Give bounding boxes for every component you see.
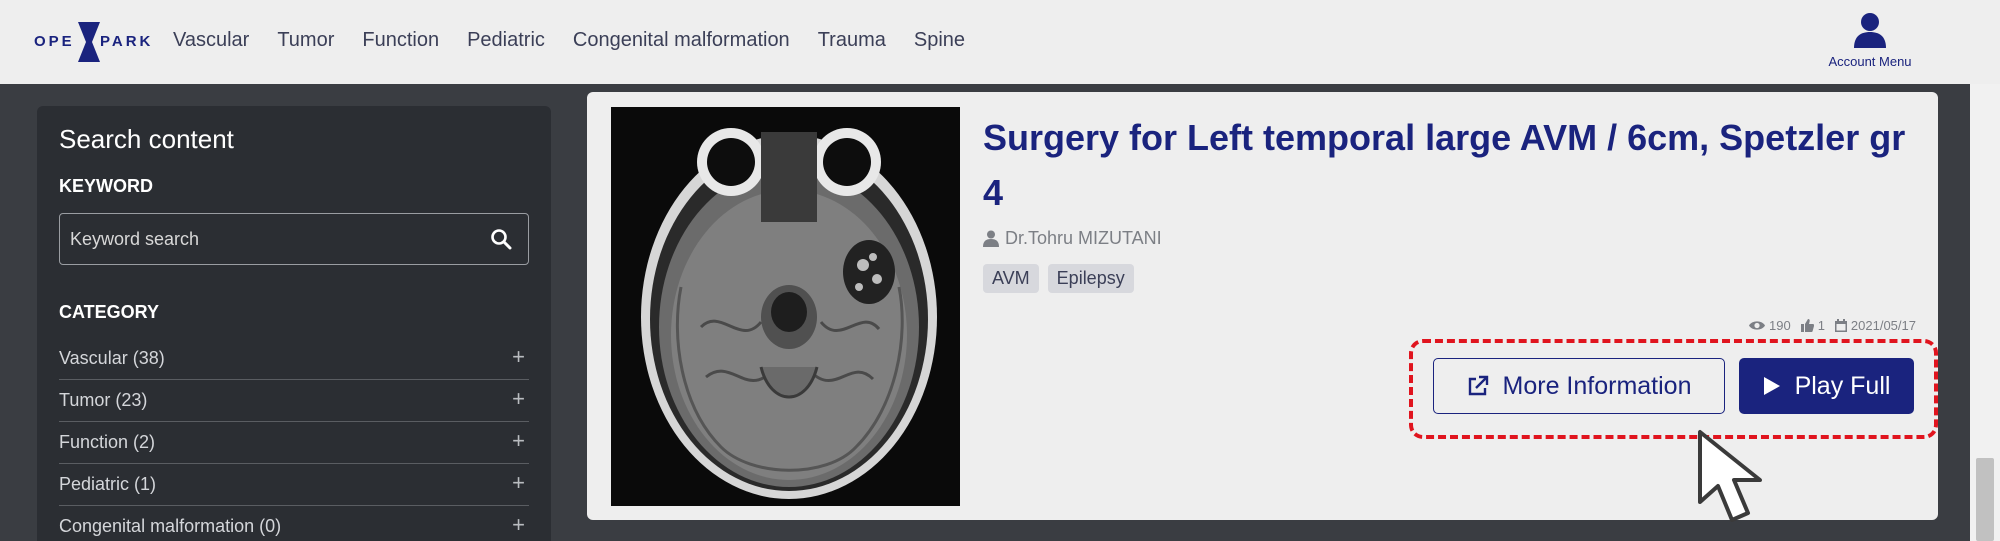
tag-avm[interactable]: AVM xyxy=(983,264,1039,293)
page-scrollbar[interactable] xyxy=(1970,84,2000,541)
video-stats: 190 1 2021/05/17 xyxy=(1748,318,1916,333)
logo-x-mark xyxy=(78,22,100,62)
search-content-title: Search content xyxy=(59,124,234,154)
scrollbar-thumb[interactable] xyxy=(1976,458,1994,541)
likes-count: 1 xyxy=(1817,318,1825,333)
nav-vascular[interactable]: Vascular xyxy=(173,29,249,52)
thumbs-up-icon xyxy=(1800,319,1814,332)
category-item-congenital-malformation[interactable]: Congenital malformation (0) + xyxy=(59,506,529,541)
eye-icon xyxy=(1748,321,1765,330)
search-sidebar: Search content KEYWORD CATEGORY Vascular… xyxy=(37,106,551,541)
account-menu-button[interactable]: Account Menu xyxy=(1820,12,1920,69)
nav-congenital-malformation[interactable]: Congenital malformation xyxy=(573,29,790,52)
brain-mri-image xyxy=(611,107,960,506)
category-name: Congenital malformation (0) xyxy=(59,516,282,536)
tag-epilepsy[interactable]: Epilepsy xyxy=(1047,264,1134,293)
expand-plus-icon[interactable]: + xyxy=(512,470,525,496)
date-stat: 2021/05/17 xyxy=(1834,318,1916,333)
category-name: Function (2) xyxy=(59,432,156,452)
tag-list: AVM Epilepsy xyxy=(983,264,1134,293)
nav-spine[interactable]: Spine xyxy=(914,29,965,52)
keyword-label: KEYWORD xyxy=(59,176,153,196)
category-name: Tumor (23) xyxy=(59,390,148,410)
category-item-pediatric[interactable]: Pediatric (1) + xyxy=(59,464,529,506)
views-stat: 190 xyxy=(1748,318,1791,333)
expand-plus-icon[interactable]: + xyxy=(512,512,525,538)
nav-function[interactable]: Function xyxy=(362,29,439,52)
account-menu-label: Account Menu xyxy=(1828,54,1912,69)
top-header: OPE PARK Vascular Tumor Function Pediatr… xyxy=(0,0,2000,84)
logo-text-right: PARK xyxy=(100,33,154,50)
expand-plus-icon[interactable]: + xyxy=(512,386,525,412)
category-item-function[interactable]: Function (2) + xyxy=(59,422,529,464)
video-title[interactable]: Surgery for Left temporal large AVM / 6c… xyxy=(983,110,1913,220)
views-count: 190 xyxy=(1768,318,1791,333)
likes-stat: 1 xyxy=(1800,318,1825,333)
publish-date: 2021/05/17 xyxy=(1850,318,1916,333)
doctor-icon xyxy=(983,230,999,247)
keyword-search-box xyxy=(59,213,529,265)
expand-plus-icon[interactable]: + xyxy=(512,344,525,370)
search-icon[interactable] xyxy=(490,228,512,250)
logo-text-left: OPE xyxy=(34,33,75,50)
mri-thumbnail[interactable] xyxy=(611,107,960,506)
category-item-vascular[interactable]: Vascular (38) + xyxy=(59,338,529,380)
keyword-search-input[interactable] xyxy=(70,214,470,264)
expand-plus-icon[interactable]: + xyxy=(512,428,525,454)
author-line: Dr.Tohru MIZUTANI xyxy=(983,228,1162,249)
category-list: Vascular (38) + Tumor (23) + Function (2… xyxy=(59,338,529,541)
category-name: Pediatric (1) xyxy=(59,474,157,494)
category-item-tumor[interactable]: Tumor (23) + xyxy=(59,380,529,422)
mouse-pointer-icon xyxy=(1698,430,1762,522)
user-icon xyxy=(1854,13,1886,48)
highlight-dashed-box xyxy=(1409,339,1938,439)
category-name: Vascular (38) xyxy=(59,348,165,368)
category-label: CATEGORY xyxy=(59,302,160,322)
author-name[interactable]: Dr.Tohru MIZUTANI xyxy=(1005,228,1162,249)
opepark-logo[interactable]: OPE PARK xyxy=(34,22,150,62)
main-nav: Vascular Tumor Function Pediatric Congen… xyxy=(173,29,993,52)
nav-pediatric[interactable]: Pediatric xyxy=(467,29,545,52)
nav-trauma[interactable]: Trauma xyxy=(818,29,886,52)
nav-tumor[interactable]: Tumor xyxy=(277,29,334,52)
calendar-icon xyxy=(1834,319,1847,332)
